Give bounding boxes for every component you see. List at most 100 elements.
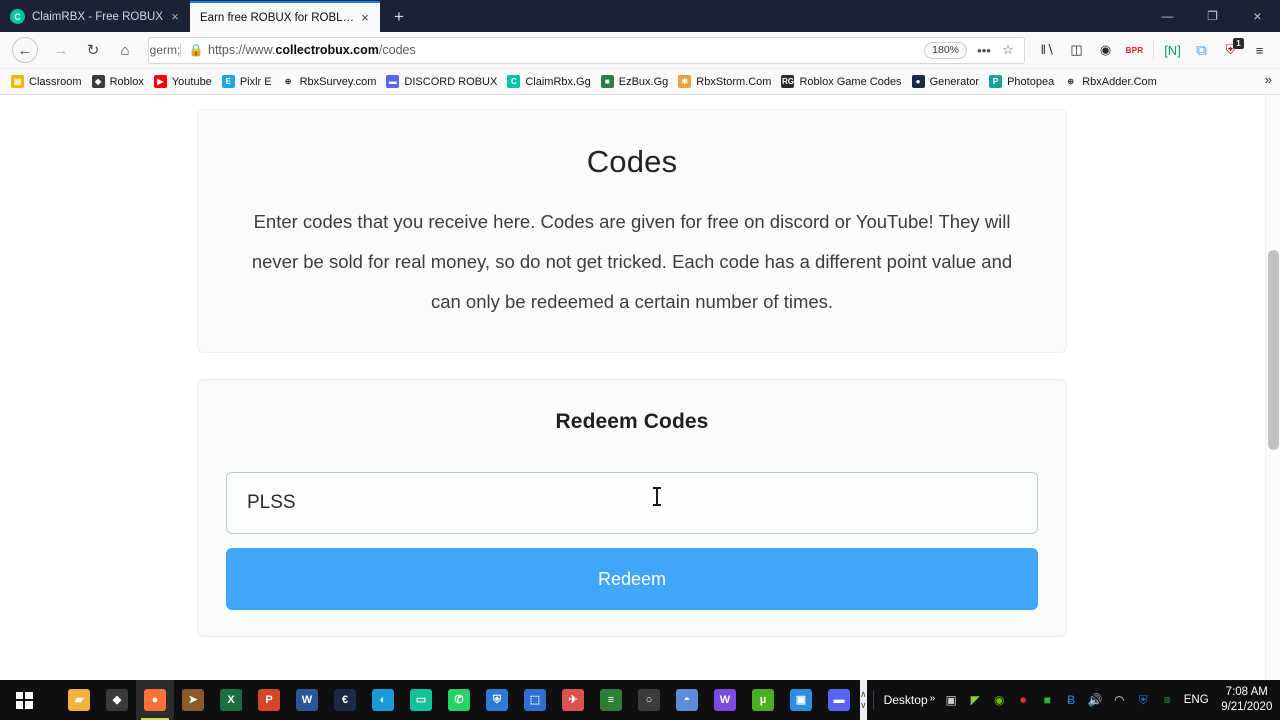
bookmark-item[interactable]: ▶ Youtube bbox=[149, 72, 217, 92]
bookmark-item[interactable]: C ClaimRbx.Gg bbox=[502, 72, 595, 92]
bookmarks-overflow-icon[interactable]: » bbox=[1261, 72, 1276, 87]
divider bbox=[1153, 41, 1154, 59]
forward-button[interactable]: → bbox=[46, 36, 76, 65]
tab-close-icon[interactable]: × bbox=[166, 8, 184, 26]
taskbar-messenger-app[interactable]: ▭ bbox=[402, 680, 440, 720]
claimrbx-favicon-icon: C bbox=[10, 9, 25, 24]
taskbar-winrar[interactable]: ◓ bbox=[668, 680, 706, 720]
scrollbar-thumb[interactable] bbox=[1268, 250, 1279, 450]
tab-manager-icon[interactable]: ⧉ bbox=[1187, 36, 1216, 65]
menu-icon[interactable]: ≡ bbox=[1245, 36, 1274, 65]
bookmark-item[interactable]: ✻ RbxStorm.Com bbox=[673, 72, 776, 92]
bookmark-item[interactable]: P Photopea bbox=[984, 72, 1059, 92]
taskbar-media-app[interactable]: ▣ bbox=[782, 680, 820, 720]
codes-info-card: Codes Enter codes that you receive here.… bbox=[197, 109, 1067, 353]
page-scrollbar[interactable] bbox=[1265, 95, 1280, 680]
page-viewport: Codes Enter codes that you receive here.… bbox=[0, 95, 1280, 680]
bookmark-item[interactable]: ⊕ RbxAdder.Com bbox=[1059, 72, 1162, 92]
green-app-icon[interactable]: ■ bbox=[1035, 680, 1059, 720]
account-icon[interactable]: ◉ bbox=[1091, 36, 1120, 65]
start-button[interactable] bbox=[0, 680, 48, 720]
bookmark-item[interactable]: ⊕ RbxSurvey.com bbox=[277, 72, 382, 92]
bookmark-favicon-icon: C bbox=[507, 75, 521, 88]
tab-title: ClaimRBX - Free ROBUX bbox=[32, 10, 163, 23]
page-actions-icon[interactable]: ••• bbox=[972, 38, 996, 62]
bpr-extension-icon[interactable]: BPR bbox=[1120, 36, 1149, 65]
bookmark-item[interactable]: RG Roblox Game Codes bbox=[776, 72, 906, 92]
bookmark-item[interactable]: ◆ Roblox bbox=[87, 72, 149, 92]
system-tray: Desktop » ▣ ◤ ◉ ⏺ ■ Ƀ 🔊 ◠ ⛨ ≡ ENG 7:08 AM 9/21/20… bbox=[867, 680, 1280, 720]
taskbar-excel[interactable]: X bbox=[212, 680, 250, 720]
new-tab-button[interactable]: + bbox=[384, 2, 414, 32]
clock-date: 9/21/2020 bbox=[1221, 701, 1273, 713]
back-button[interactable]: ← bbox=[12, 37, 38, 63]
antivirus-shield-icon[interactable]: ⛨ bbox=[1131, 680, 1155, 720]
sidebar-icon[interactable]: ◫ bbox=[1062, 36, 1091, 65]
bookmark-favicon-icon: ▤ bbox=[11, 75, 24, 88]
bookmark-label: ClaimRbx.Gg bbox=[525, 75, 591, 88]
nvidia-icon[interactable]: ◉ bbox=[987, 680, 1011, 720]
taskbar-cheat-engine[interactable]: € bbox=[326, 680, 364, 720]
minimize-button[interactable]: — bbox=[1145, 0, 1190, 32]
nimbus-screenshot-icon[interactable]: [N] bbox=[1158, 36, 1187, 65]
address-bar[interactable]: germ; 🔒 https://www.collectrobux.com/cod… bbox=[148, 36, 1025, 64]
bookmark-item[interactable]: ■ EzBux.Gg bbox=[596, 72, 674, 92]
redeem-button[interactable]: Redeem bbox=[226, 548, 1038, 610]
scroll-down-icon[interactable]: ∨ bbox=[860, 700, 867, 711]
taskbar-ram-cleaner[interactable]: ≡ bbox=[592, 680, 630, 720]
display-icon[interactable]: ▣ bbox=[939, 680, 963, 720]
taskbar-bluestacks[interactable]: ◐ bbox=[364, 680, 402, 720]
taskbar-obs-studio[interactable]: ○ bbox=[630, 680, 668, 720]
shield-icon[interactable]: germ; bbox=[150, 43, 181, 57]
taskbar-sharpen-tool[interactable]: ➤ bbox=[174, 680, 212, 720]
taskbar-rocket-app[interactable]: ✈ bbox=[554, 680, 592, 720]
desktop-toolbar-label[interactable]: Desktop » bbox=[880, 693, 940, 707]
browser-tab-collectrobux[interactable]: Earn free ROBUX for ROBLOX! × bbox=[190, 1, 380, 32]
bookmark-label: EzBux.Gg bbox=[618, 75, 669, 88]
maximize-button[interactable]: ❐ bbox=[1190, 0, 1235, 32]
lock-icon[interactable]: 🔒 bbox=[184, 43, 208, 57]
code-input[interactable] bbox=[226, 472, 1038, 534]
taskbar-dark-app[interactable]: ◆ bbox=[98, 680, 136, 720]
bookmark-item[interactable]: ▤ Classroom bbox=[6, 72, 87, 92]
utorrent-icon: µ bbox=[752, 689, 774, 711]
taskbar-word[interactable]: W bbox=[288, 680, 326, 720]
bookmark-favicon-icon: ■ bbox=[600, 75, 614, 88]
zoom-level-badge[interactable]: 180% bbox=[924, 41, 967, 59]
bluetooth-icon[interactable]: Ƀ bbox=[1059, 680, 1083, 720]
library-icon[interactable]: ‖∖ bbox=[1033, 36, 1062, 65]
bookmark-favicon-icon: RG bbox=[781, 75, 795, 88]
bookmark-item[interactable]: ● Generator bbox=[907, 72, 985, 92]
scroll-up-icon[interactable]: ∧ bbox=[860, 689, 867, 700]
home-button[interactable]: ⌂ bbox=[110, 36, 140, 65]
tab-close-icon[interactable]: × bbox=[356, 9, 374, 27]
browser-tab-claimrbx[interactable]: C ClaimRBX - Free ROBUX × bbox=[0, 1, 190, 32]
wifi-icon[interactable]: ◠ bbox=[1107, 680, 1131, 720]
taskbar-security-shield[interactable]: ⛨ bbox=[478, 680, 516, 720]
desktop-overflow-icon[interactable]: » bbox=[930, 693, 936, 704]
ram-tray-icon[interactable]: ≡ bbox=[1155, 680, 1179, 720]
taskbar-scroll-arrows[interactable]: ∧ ∨ bbox=[860, 680, 867, 720]
bookmark-label: Pixlr E bbox=[239, 75, 272, 88]
bookmark-item[interactable]: ▬ DISCORD ROBUX bbox=[381, 72, 502, 92]
taskbar-utorrent[interactable]: µ bbox=[744, 680, 782, 720]
record-icon[interactable]: ⏺ bbox=[1011, 680, 1035, 720]
close-window-button[interactable]: × bbox=[1235, 0, 1280, 32]
taskbar-discord[interactable]: ▬ bbox=[820, 680, 858, 720]
taskbar-powerpoint[interactable]: P bbox=[250, 680, 288, 720]
taskbar-file-explorer[interactable]: ▰ bbox=[60, 680, 98, 720]
taskbar-game-launcher[interactable]: ⬚ bbox=[516, 680, 554, 720]
volume-icon[interactable]: 🔊 bbox=[1083, 680, 1107, 720]
clock[interactable]: 7:08 AM 9/21/2020 bbox=[1213, 685, 1280, 715]
word-icon: W bbox=[296, 689, 318, 711]
taskbar-firefox[interactable]: ● bbox=[136, 680, 174, 720]
ram-cleaner-icon: ≡ bbox=[600, 689, 622, 711]
bookmark-item[interactable]: E Pixlr E bbox=[217, 72, 277, 92]
reload-button[interactable]: ↻ bbox=[78, 36, 108, 65]
bookmark-star-icon[interactable]: ☆ bbox=[996, 38, 1020, 62]
taskbar-wondershare[interactable]: W bbox=[706, 680, 744, 720]
taskbar-whatsapp[interactable]: ✆ bbox=[440, 680, 478, 720]
ublock-origin-icon[interactable]: ⛨ 1 bbox=[1216, 36, 1245, 65]
graph-monitor-icon[interactable]: ◤ bbox=[963, 680, 987, 720]
language-indicator[interactable]: ENG bbox=[1179, 680, 1213, 720]
